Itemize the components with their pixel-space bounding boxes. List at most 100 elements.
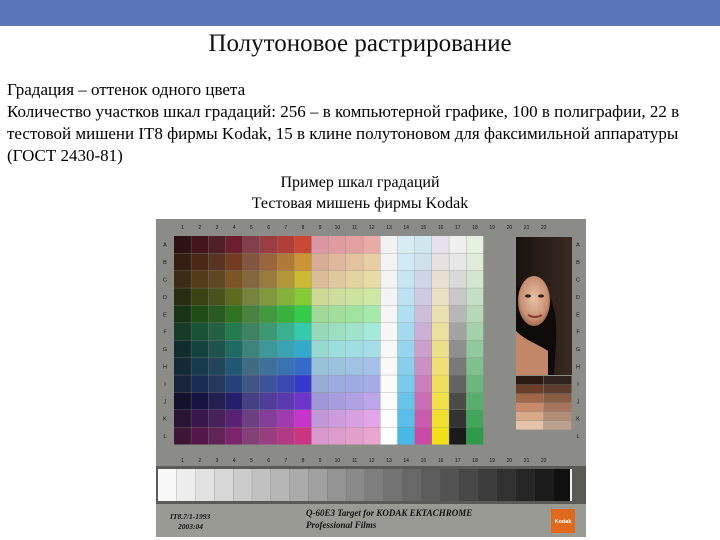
color-patch: [191, 357, 209, 375]
color-patch: [294, 375, 312, 393]
color-patch: [346, 357, 363, 375]
gray-step: [477, 469, 497, 501]
color-patch: [277, 323, 295, 341]
color-patch: [277, 340, 295, 358]
color-patch: [432, 410, 449, 428]
color-patch: [311, 236, 329, 254]
color-patch: [174, 288, 191, 306]
column-number-bottom: 18: [472, 458, 478, 464]
color-patch: [277, 253, 295, 271]
column-number-bottom: 20: [507, 458, 513, 464]
color-patch: [397, 392, 415, 410]
gray-step: [327, 469, 346, 501]
gray-step: [233, 469, 252, 501]
column-number-bottom: 3: [216, 458, 219, 464]
column-number-bottom: 6: [267, 458, 270, 464]
row-letter-right: D: [576, 295, 580, 301]
color-patch: [225, 410, 243, 428]
row-letter-left: K: [163, 417, 167, 423]
color-patch: [346, 410, 363, 428]
color-patch: [466, 253, 484, 271]
row-letter-left: D: [163, 295, 167, 301]
color-patch: [466, 288, 484, 306]
skin-tone-patch: [544, 412, 572, 421]
column-number-top: 8: [302, 225, 305, 231]
column-number-bottom: 16: [438, 458, 444, 464]
color-patch: [191, 305, 209, 323]
color-patch: [449, 270, 467, 288]
color-patch: [346, 375, 363, 393]
color-patch: [449, 340, 467, 358]
color-patch: [414, 340, 432, 358]
color-patch: [466, 305, 484, 323]
gray-step: [440, 469, 459, 501]
gradation-definition: Градация – оттенок одного цвета: [7, 80, 246, 99]
color-patch: [242, 253, 260, 271]
gray-step: [365, 469, 384, 501]
color-patch: [380, 340, 398, 358]
color-patch: [225, 270, 243, 288]
color-patch: [208, 410, 226, 428]
body-text: Градация – оттенок одного цвета Количест…: [7, 79, 713, 167]
gray-step: [270, 469, 290, 501]
color-patch: [346, 340, 363, 358]
column-number-bottom: 17: [455, 458, 461, 464]
color-patch: [225, 253, 243, 271]
color-patch: [414, 305, 432, 323]
skin-tone-patch: [516, 421, 544, 430]
column-number-top: 4: [233, 225, 236, 231]
color-patch: [225, 236, 243, 254]
color-patch: [380, 375, 398, 393]
gray-step: [496, 469, 516, 501]
color-patch: [449, 410, 467, 428]
row-letter-left: E: [163, 312, 167, 318]
column-number-top: 11: [352, 225, 357, 231]
color-patch: [449, 305, 467, 323]
color-patch: [294, 340, 312, 358]
color-patch: [294, 288, 312, 306]
skin-tone-patch: [516, 394, 544, 403]
column-number-bottom: 5: [250, 458, 253, 464]
color-patch: [294, 392, 312, 410]
column-number-bottom: 14: [403, 458, 409, 464]
portrait-photo: [516, 237, 572, 375]
color-patch: [414, 253, 432, 271]
row-letter-left: A: [163, 243, 167, 249]
color-patch: [363, 288, 381, 306]
color-patch: [242, 340, 260, 358]
column-number-bottom: 7: [284, 458, 287, 464]
color-patch: [277, 392, 295, 410]
color-patch: [414, 357, 432, 375]
row-letter-right: E: [576, 312, 580, 318]
color-patch: [174, 270, 191, 288]
row-letter-right: K: [576, 417, 580, 423]
color-patch: [432, 323, 449, 341]
color-patch: [242, 236, 260, 254]
color-patch: [174, 305, 191, 323]
row-letter-right: L: [576, 434, 579, 440]
row-letter-right: G: [576, 347, 580, 353]
color-patch: [294, 236, 312, 254]
color-patch: [260, 375, 277, 393]
gray-step: [214, 469, 234, 501]
color-patch: [380, 357, 398, 375]
color-patch: [260, 340, 277, 358]
gray-step: [195, 469, 215, 501]
target-id-line-1: IT8.7/1-1993: [169, 512, 210, 521]
gray-step: [176, 469, 196, 501]
color-patch: [449, 392, 467, 410]
color-patch: [260, 305, 277, 323]
color-patch: [432, 270, 449, 288]
color-patch: [242, 410, 260, 428]
color-patch: [414, 236, 432, 254]
gray-step: [308, 469, 328, 501]
skin-tone-patch: [516, 403, 544, 412]
gray-step: [459, 469, 478, 501]
color-patch: [260, 270, 277, 288]
color-patch: [191, 288, 209, 306]
column-number-bottom: 13: [386, 458, 392, 464]
color-patch: [208, 392, 226, 410]
color-patch: [432, 305, 449, 323]
color-patch: [260, 253, 277, 271]
color-patch: [311, 270, 329, 288]
